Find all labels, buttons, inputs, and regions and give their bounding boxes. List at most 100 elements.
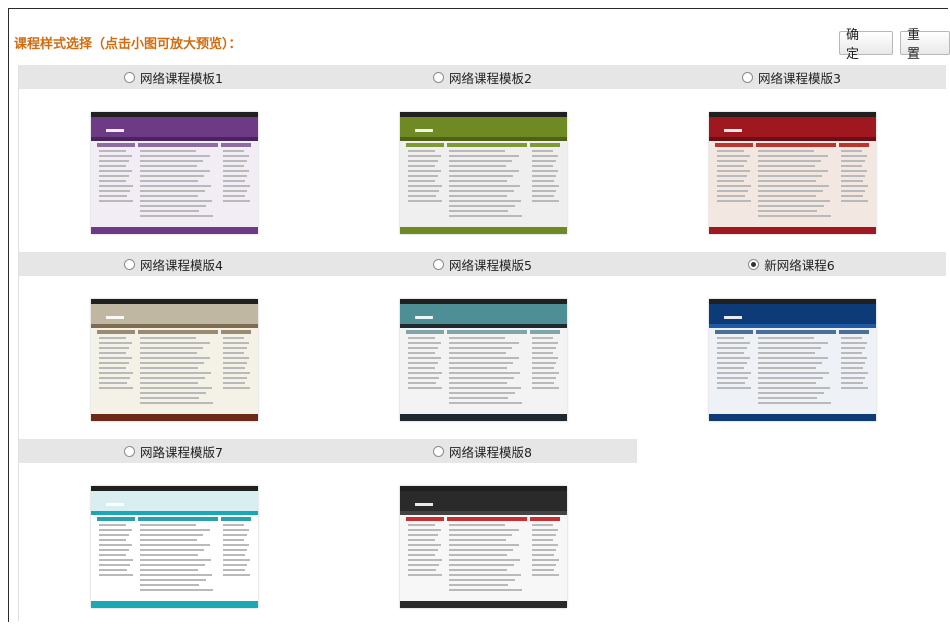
thumb-nav — [91, 137, 258, 141]
radio-button[interactable] — [433, 71, 445, 83]
thumb-text-line — [223, 347, 247, 349]
thumb-text-line — [140, 584, 200, 586]
thumb-text-line — [717, 347, 748, 349]
thumb-text-line — [140, 175, 204, 177]
thumb-text-line — [532, 337, 553, 339]
thumb-text-line — [140, 190, 205, 192]
thumb-text-line — [408, 539, 435, 541]
thumb-banner — [91, 117, 258, 137]
thumb-text-line — [758, 180, 816, 182]
thumb-text-line — [758, 352, 815, 354]
thumb-text-line — [140, 160, 204, 162]
radio-button[interactable] — [748, 258, 760, 270]
thumb-text-line — [758, 402, 831, 404]
thumb-text-line — [408, 185, 442, 187]
template-option-header[interactable]: 网络课程模板1 — [19, 65, 328, 89]
thumb-footer — [91, 227, 258, 234]
thumb-box-header — [447, 517, 527, 521]
thumb-text-line — [99, 337, 126, 339]
template-thumbnail[interactable] — [91, 486, 258, 608]
thumb-text-line — [99, 524, 126, 526]
thumb-main-column — [447, 517, 527, 599]
radio-button[interactable] — [124, 71, 136, 83]
thumb-text-line — [717, 165, 744, 167]
thumb-text-line — [140, 195, 199, 197]
thumb-text-line — [99, 357, 133, 359]
thumb-box-header — [97, 143, 135, 147]
template-thumbnail[interactable] — [709, 112, 876, 234]
template-option-header[interactable]: 网络课程模版3 — [637, 65, 946, 89]
thumb-text-line — [449, 200, 521, 202]
thumb-text-line — [449, 387, 521, 389]
thumb-left-column — [97, 517, 135, 599]
thumb-text-line — [99, 539, 126, 541]
template-thumbnail[interactable] — [400, 112, 567, 234]
template-option-header[interactable]: 网络课程模版4 — [19, 252, 328, 276]
thumb-text-line — [99, 554, 127, 556]
template-thumbnail[interactable] — [400, 299, 567, 421]
thumb-text-line — [758, 160, 822, 162]
radio-button[interactable] — [124, 445, 136, 457]
template-option-header[interactable]: 网络课程模板2 — [328, 65, 637, 89]
thumb-left-column — [406, 143, 444, 225]
thumb-text-line — [717, 170, 751, 172]
thumb-text-line — [223, 357, 250, 359]
thumb-text-line — [99, 382, 127, 384]
thumb-text-line — [140, 215, 213, 217]
thumb-text-line — [223, 529, 250, 531]
radio-button[interactable] — [742, 71, 754, 83]
thumb-text-line — [758, 377, 823, 379]
thumb-text-line — [449, 524, 505, 526]
template-thumbnail[interactable] — [91, 299, 258, 421]
thumb-text-line — [223, 170, 250, 172]
thumb-text-line — [408, 160, 439, 162]
thumb-text-line — [532, 529, 559, 531]
thumb-text-line — [99, 185, 133, 187]
thumb-text-line — [717, 352, 744, 354]
radio-button[interactable] — [433, 258, 445, 270]
thumb-text-line — [758, 342, 828, 344]
thumb-footer — [400, 227, 567, 234]
radio-button[interactable] — [124, 258, 136, 270]
confirm-button[interactable]: 确 定 — [839, 28, 893, 62]
thumb-text-line — [99, 165, 126, 167]
thumb-text-line — [99, 190, 130, 192]
thumb-text-line — [99, 574, 134, 576]
radio-button[interactable] — [433, 445, 445, 457]
thumb-text-line — [408, 337, 435, 339]
thumb-text-line — [408, 574, 443, 576]
thumb-text-line — [532, 539, 554, 541]
template-thumbnail[interactable] — [709, 299, 876, 421]
thumb-nav — [709, 137, 876, 141]
template-option-header[interactable]: 网络课程模版5 — [328, 252, 637, 276]
template-thumbnail[interactable] — [91, 112, 258, 234]
template-thumbnail[interactable] — [400, 486, 567, 608]
thumb-left-column — [406, 330, 444, 412]
thumb-text-line — [408, 549, 439, 551]
thumb-text-line — [99, 170, 133, 172]
template-option-header[interactable]: 网络课程模版8 — [328, 439, 637, 463]
template-label: 网络课程模板2 — [449, 70, 532, 86]
thumb-text-line — [449, 569, 508, 571]
thumb-text-line — [841, 160, 865, 162]
thumb-text-line — [140, 579, 206, 581]
thumb-text-line — [408, 150, 435, 152]
thumb-text-line — [408, 544, 442, 546]
thumb-text-line — [532, 165, 554, 167]
thumb-text-line — [532, 362, 556, 364]
thumb-text-line — [99, 352, 126, 354]
thumb-text-line — [841, 342, 868, 344]
thumb-text-line — [717, 200, 752, 202]
thumb-text-line — [140, 377, 205, 379]
reset-button[interactable]: 重 置 — [900, 28, 950, 62]
thumb-box-header — [530, 330, 560, 334]
thumb-text-line — [99, 559, 133, 561]
thumb-box-header — [839, 330, 869, 334]
template-option-header[interactable]: 新网络课程6 — [637, 252, 946, 276]
thumb-left-column — [97, 330, 135, 412]
thumb-text-line — [408, 362, 439, 364]
template-label: 网络课程模版8 — [449, 444, 532, 460]
thumb-text-line — [449, 352, 506, 354]
thumb-text-line — [223, 549, 247, 551]
template-option-header[interactable]: 网路课程模版7 — [19, 439, 328, 463]
